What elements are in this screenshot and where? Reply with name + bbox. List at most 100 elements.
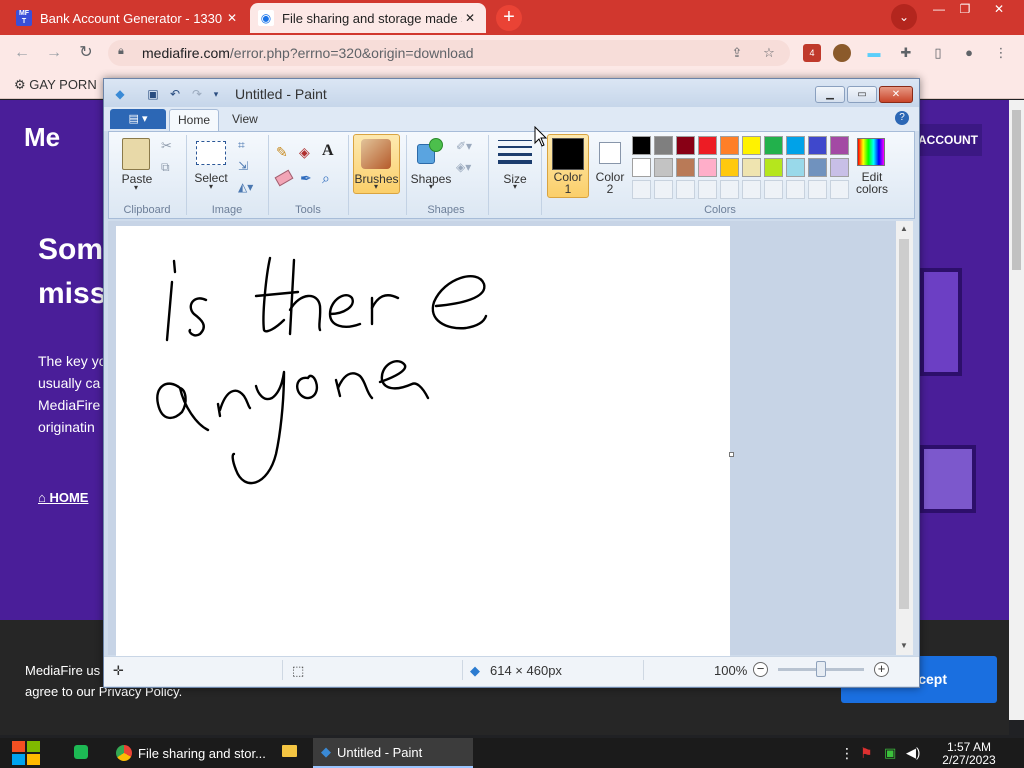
network-tray-icon[interactable]: ▣: [884, 745, 896, 761]
taskbar-clock[interactable]: 1:57 AM 2/27/2023: [936, 741, 1002, 767]
bookmark-item[interactable]: ⚙︎ GAY PORN: [14, 77, 97, 93]
ublock-extension-icon[interactable]: 4: [803, 44, 821, 62]
file-explorer-icon[interactable]: [282, 745, 297, 757]
color2-swatch[interactable]: [599, 142, 621, 164]
tab-home[interactable]: Home: [169, 109, 219, 131]
palette-swatch[interactable]: [654, 136, 673, 155]
palette-swatch[interactable]: [764, 180, 783, 199]
scrollbar-thumb[interactable]: [899, 239, 909, 609]
select-icon[interactable]: [196, 141, 226, 165]
magnifier-icon[interactable]: ⌕: [322, 170, 330, 187]
volume-tray-icon[interactable]: ◀): [906, 745, 920, 761]
browser-tab-bank-generator[interactable]: MF T Bank Account Generator - 1330 ✕: [8, 3, 248, 33]
palette-swatch[interactable]: [698, 158, 717, 177]
color2-label[interactable]: Color 2: [590, 171, 630, 195]
palette-swatch[interactable]: [830, 158, 849, 177]
palette-swatch[interactable]: [830, 180, 849, 199]
brushes-dropdown-icon[interactable]: ▾: [366, 182, 386, 191]
zoom-slider-thumb[interactable]: [816, 661, 826, 677]
tab-view[interactable]: View: [232, 112, 258, 126]
extensions-puzzle-icon[interactable]: ✚: [897, 44, 915, 62]
lock-icon[interactable]: 🔒︎: [118, 45, 132, 61]
account-button[interactable]: ACCOUNT: [910, 124, 982, 156]
forward-arrow-icon[interactable]: →: [44, 43, 64, 63]
resize-icon[interactable]: ⇲: [238, 159, 248, 173]
palette-swatch[interactable]: [720, 180, 739, 199]
scroll-down-icon[interactable]: ▼: [900, 641, 908, 650]
palette-swatch[interactable]: [676, 136, 695, 155]
select-dropdown-icon[interactable]: ▾: [201, 182, 221, 191]
tab-search-chevron-icon[interactable]: ⌄: [891, 4, 917, 30]
palette-swatch[interactable]: [632, 136, 651, 155]
palette-swatch[interactable]: [786, 136, 805, 155]
zoom-out-button[interactable]: −: [753, 662, 768, 677]
palette-swatch[interactable]: [764, 136, 783, 155]
palette-swatch[interactable]: [632, 180, 651, 199]
help-icon[interactable]: ?: [895, 111, 909, 125]
palette-swatch[interactable]: [808, 180, 827, 199]
drawing-canvas[interactable]: [116, 226, 730, 656]
palette-swatch[interactable]: [808, 158, 827, 177]
redo-icon[interactable]: ↷: [189, 86, 205, 102]
home-link[interactable]: ⌂ HOME: [38, 490, 88, 505]
palette-swatch[interactable]: [720, 136, 739, 155]
flag-tray-icon[interactable]: ⚑: [860, 745, 873, 762]
palette-swatch[interactable]: [676, 180, 695, 199]
canvas-scrollbar[interactable]: ▲ ▼: [896, 221, 913, 655]
save-icon[interactable]: ▣: [145, 86, 161, 102]
palette-swatch[interactable]: [632, 158, 651, 177]
bookmark-star-icon[interactable]: ☆: [760, 44, 778, 62]
customize-qat-icon[interactable]: ▾: [208, 86, 224, 102]
palette-swatch[interactable]: [808, 136, 827, 155]
palette-swatch[interactable]: [830, 136, 849, 155]
browser-menu-icon[interactable]: ⋮: [992, 44, 1010, 62]
paint-minimize-button[interactable]: ▁: [815, 86, 845, 103]
cut-icon[interactable]: ✂: [161, 138, 172, 154]
palette-swatch[interactable]: [786, 158, 805, 177]
outline-icon[interactable]: ✐▾: [456, 139, 472, 153]
shapes-dropdown-icon[interactable]: ▾: [421, 182, 441, 191]
paint-app-icon[interactable]: ◆: [112, 86, 128, 102]
rotate-icon[interactable]: ◭▾: [238, 180, 253, 194]
scrollbar-thumb[interactable]: [1012, 110, 1021, 270]
brush-icon[interactable]: [361, 139, 391, 169]
size-dropdown-icon[interactable]: ▾: [505, 182, 525, 191]
copy-icon[interactable]: ⧉: [161, 160, 170, 175]
back-arrow-icon[interactable]: ←: [12, 43, 32, 63]
paste-icon[interactable]: [122, 138, 150, 170]
taskbar-chrome-item[interactable]: File sharing and stor...: [108, 738, 266, 768]
paint-close-button[interactable]: ✕: [879, 86, 913, 103]
url-text[interactable]: mediafire.com/error.php?errno=320&origin…: [142, 45, 474, 61]
browser-tab-mediafire[interactable]: ◉ File sharing and storage made s ✕: [250, 3, 486, 33]
palette-swatch[interactable]: [786, 180, 805, 199]
undo-icon[interactable]: ↶: [167, 86, 183, 102]
color1-label[interactable]: Color 1: [547, 171, 589, 195]
crop-icon[interactable]: ⌗: [238, 138, 245, 153]
edit-colors-label[interactable]: Edit colors: [852, 171, 892, 195]
close-window-button[interactable]: ✕: [982, 0, 1016, 18]
palette-swatch[interactable]: [742, 180, 761, 199]
palette-swatch[interactable]: [698, 136, 717, 155]
side-panel-icon[interactable]: ▯: [929, 44, 947, 62]
restore-window-button[interactable]: ❐: [948, 0, 982, 18]
reload-icon[interactable]: ↻: [76, 43, 96, 63]
palette-swatch[interactable]: [742, 158, 761, 177]
edit-colors-icon[interactable]: [857, 138, 885, 166]
fill-icon[interactable]: ◈▾: [456, 160, 471, 174]
flag-extension-icon[interactable]: ▬: [865, 44, 883, 62]
new-tab-button[interactable]: +: [496, 5, 522, 31]
more-icon[interactable]: ⋮: [840, 745, 854, 762]
paint-title-bar[interactable]: [104, 79, 919, 107]
color-picker-icon[interactable]: ✒: [300, 170, 312, 187]
mediafire-logo[interactable]: Me: [24, 122, 60, 153]
shapes-icon[interactable]: [417, 138, 445, 166]
share-icon[interactable]: ⇪: [728, 44, 746, 62]
paint-maximize-button[interactable]: ▭: [847, 86, 877, 103]
size-icon[interactable]: [498, 138, 532, 164]
palette-swatch[interactable]: [764, 158, 783, 177]
palette-swatch[interactable]: [698, 180, 717, 199]
windows-start-icon[interactable]: [10, 739, 42, 767]
canvas-resize-handle[interactable]: [729, 452, 734, 457]
zoom-in-button[interactable]: +: [874, 662, 889, 677]
palette-swatch[interactable]: [676, 158, 695, 177]
